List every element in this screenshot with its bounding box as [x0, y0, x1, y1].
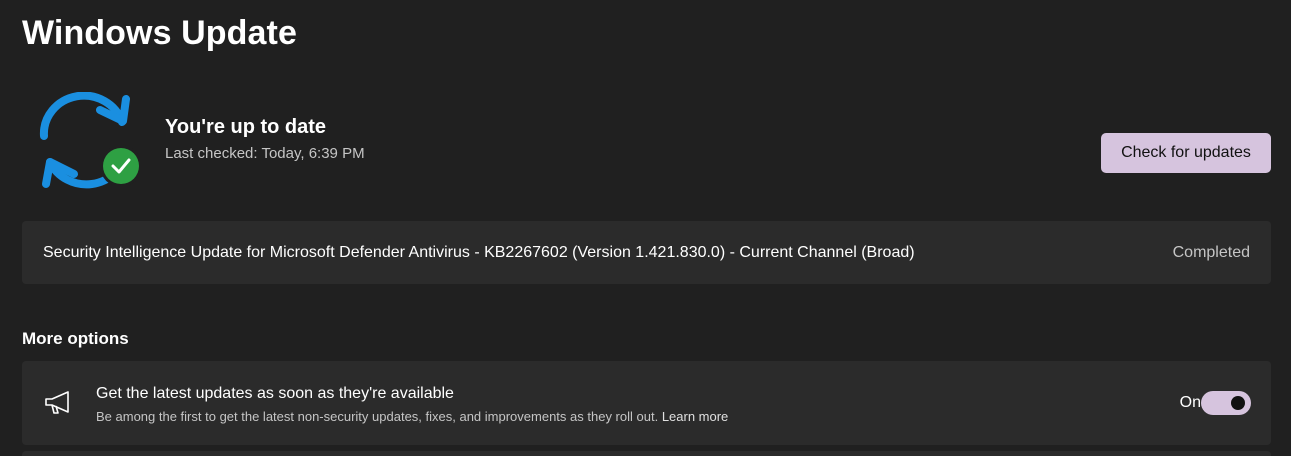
megaphone-icon: [45, 391, 69, 414]
toggle-state-label: On: [1179, 394, 1201, 411]
sync-check-icon: [39, 92, 142, 189]
page-title: Windows Update: [22, 14, 297, 52]
windows-update-page: Windows Update You're up to date Last ch…: [0, 0, 1291, 456]
check-for-updates-button[interactable]: Check for updates: [1101, 133, 1271, 173]
latest-updates-toggle[interactable]: [1201, 391, 1251, 415]
learn-more-link[interactable]: Learn more: [662, 409, 728, 424]
option-description-text: Be among the first to get the latest non…: [96, 409, 659, 424]
status-text: You're up to date Last checked: Today, 6…: [165, 116, 365, 162]
update-status-area: You're up to date Last checked: Today, 6…: [30, 92, 1271, 196]
update-status: Completed: [1172, 244, 1250, 261]
option-description: Be among the first to get the latest non…: [96, 409, 728, 424]
update-name: Security Intelligence Update for Microso…: [43, 244, 915, 261]
last-checked: Last checked: Today, 6:39 PM: [165, 145, 365, 162]
update-list-item: Security Intelligence Update for Microso…: [22, 221, 1271, 284]
next-option-row: [22, 451, 1271, 456]
option-title: Get the latest updates as soon as they'r…: [96, 385, 454, 402]
more-options-header: More options: [22, 329, 129, 348]
toggle-knob: [1231, 396, 1245, 410]
latest-updates-option[interactable]: Get the latest updates as soon as they'r…: [22, 361, 1271, 445]
status-title: You're up to date: [165, 116, 327, 138]
